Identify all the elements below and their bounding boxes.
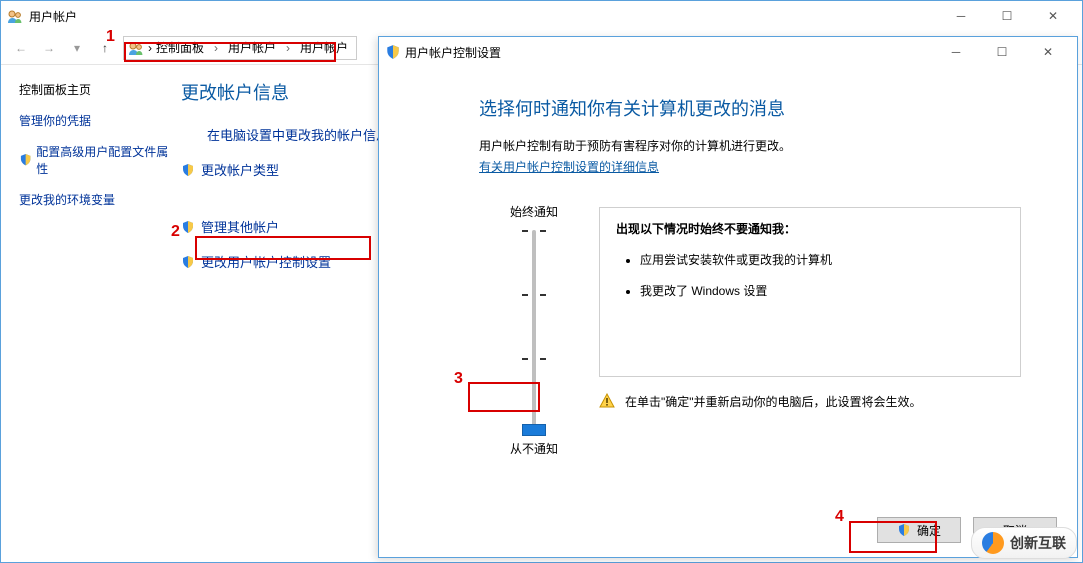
annotation-1: 1 xyxy=(106,28,115,46)
chevron-right-icon: › xyxy=(282,41,294,55)
info-column: 出现以下情况时始终不要通知我： 应用尝试安装软件或更改我的计算机 我更改了 Wi… xyxy=(589,203,1021,457)
warning-row: 在单击"确定"并重新启动你的电脑后，此设置将会生效。 xyxy=(599,393,1021,410)
uac-help-link[interactable]: 有关用户帐户控制设置的详细信息 xyxy=(479,158,1021,175)
shield-icon xyxy=(181,255,195,269)
uac-slider[interactable] xyxy=(532,230,536,430)
shield-icon xyxy=(19,153,32,167)
uac-titlebar: 用户帐户控制设置 ─ ☐ ✕ xyxy=(379,37,1077,67)
window-title: 用户帐户 xyxy=(29,8,77,25)
user-accounts-icon xyxy=(7,8,23,24)
nav-forward-icon[interactable]: → xyxy=(35,36,63,60)
uac-heading: 选择何时通知你有关计算机更改的消息 xyxy=(479,95,1021,121)
shield-icon xyxy=(897,523,911,537)
link-pc-settings[interactable]: 在电脑设置中更改我的帐户信息 xyxy=(207,125,389,144)
annotation-4: 4 xyxy=(835,508,844,526)
nav-recent-icon[interactable]: ▾ xyxy=(63,36,91,60)
breadcrumb: 控制面板 › 用户帐户 › 用户帐户 xyxy=(152,37,352,58)
close-button[interactable]: ✕ xyxy=(1030,1,1076,31)
ok-button[interactable]: 确定 xyxy=(877,517,961,543)
info-box: 出现以下情况时始终不要通知我： 应用尝试安装软件或更改我的计算机 我更改了 Wi… xyxy=(599,207,1021,377)
uac-close-button[interactable]: ✕ xyxy=(1025,37,1071,67)
shield-icon xyxy=(385,44,401,60)
nav-home[interactable]: 控制面板主页 xyxy=(19,81,173,98)
nav-env-vars[interactable]: 更改我的环境变量 xyxy=(19,191,173,208)
annotation-2: 2 xyxy=(171,223,180,241)
uac-maximize-button[interactable]: ☐ xyxy=(979,37,1025,67)
warning-text: 在单击"确定"并重新启动你的电脑后，此设置将会生效。 xyxy=(625,393,922,410)
breadcrumb-wrap[interactable]: › 控制面板 › 用户帐户 › 用户帐户 xyxy=(123,36,357,60)
link-change-type-label: 更改帐户类型 xyxy=(201,160,279,179)
page-heading: 更改帐户信息 xyxy=(181,79,389,105)
nav-advanced-profile-label: 配置高级用户配置文件属性 xyxy=(36,143,173,177)
watermark-text: 创新互联 xyxy=(1010,533,1066,553)
breadcrumb-icon xyxy=(128,40,144,56)
slider-area: 始终通知 从不通知 出现以下情况时始终不要通知我： 应用尝试安装软件或更改我的计… xyxy=(479,203,1021,457)
link-manage-other-label: 管理其他帐户 xyxy=(201,217,279,236)
minimize-button[interactable]: ─ xyxy=(938,1,984,31)
uac-title: 用户帐户控制设置 xyxy=(405,44,501,61)
link-change-account-type[interactable]: 更改帐户类型 xyxy=(181,160,389,179)
ok-button-label: 确定 xyxy=(917,522,941,539)
nav-credentials[interactable]: 管理你的凭据 xyxy=(19,112,173,129)
link-change-uac-label: 更改用户帐户控制设置 xyxy=(201,252,331,271)
crumb-2[interactable]: 用户帐户 xyxy=(296,37,352,58)
watermark: 创新互联 xyxy=(971,527,1077,559)
info-item-1: 我更改了 Windows 设置 xyxy=(640,282,1004,299)
info-item-0: 应用尝试安装软件或更改我的计算机 xyxy=(640,251,1004,268)
uac-body: 选择何时通知你有关计算机更改的消息 用户帐户控制有助于预防有害程序对你的计算机进… xyxy=(379,67,1077,457)
nav-advanced-profile[interactable]: 配置高级用户配置文件属性 xyxy=(19,143,173,177)
uac-settings-dialog: 用户帐户控制设置 ─ ☐ ✕ 选择何时通知你有关计算机更改的消息 用户帐户控制有… xyxy=(378,36,1078,558)
window-titlebar: 用户帐户 ─ ☐ ✕ xyxy=(1,1,1082,31)
left-nav: 控制面板主页 管理你的凭据 配置高级用户配置文件属性 更改我的环境变量 xyxy=(1,75,181,287)
uac-minimize-button[interactable]: ─ xyxy=(933,37,979,67)
crumb-1[interactable]: 用户帐户 xyxy=(224,37,280,58)
annotation-3: 3 xyxy=(454,370,463,388)
maximize-button[interactable]: ☐ xyxy=(984,1,1030,31)
slider-top-label: 始终通知 xyxy=(510,203,558,220)
slider-thumb[interactable] xyxy=(522,424,546,436)
watermark-logo-icon xyxy=(982,532,1004,554)
info-heading: 出现以下情况时始终不要通知我： xyxy=(616,220,1004,237)
link-manage-other-accounts[interactable]: 管理其他帐户 xyxy=(181,217,389,236)
slider-bottom-label: 从不通知 xyxy=(510,440,558,457)
crumb-0[interactable]: 控制面板 xyxy=(152,37,208,58)
uac-description: 用户帐户控制有助于预防有害程序对你的计算机进行更改。 xyxy=(479,137,1021,154)
link-change-uac-settings[interactable]: 更改用户帐户控制设置 xyxy=(181,252,389,271)
shield-icon xyxy=(181,220,195,234)
center-pane: 更改帐户信息 在电脑设置中更改我的帐户信息 更改帐户类型 管理其他帐户 更改用户… xyxy=(181,75,389,287)
slider-column: 始终通知 从不通知 xyxy=(479,203,589,457)
warning-icon xyxy=(599,393,615,409)
nav-back-icon[interactable]: ← xyxy=(7,36,35,60)
shield-icon xyxy=(181,163,195,177)
chevron-right-icon: › xyxy=(210,41,222,55)
